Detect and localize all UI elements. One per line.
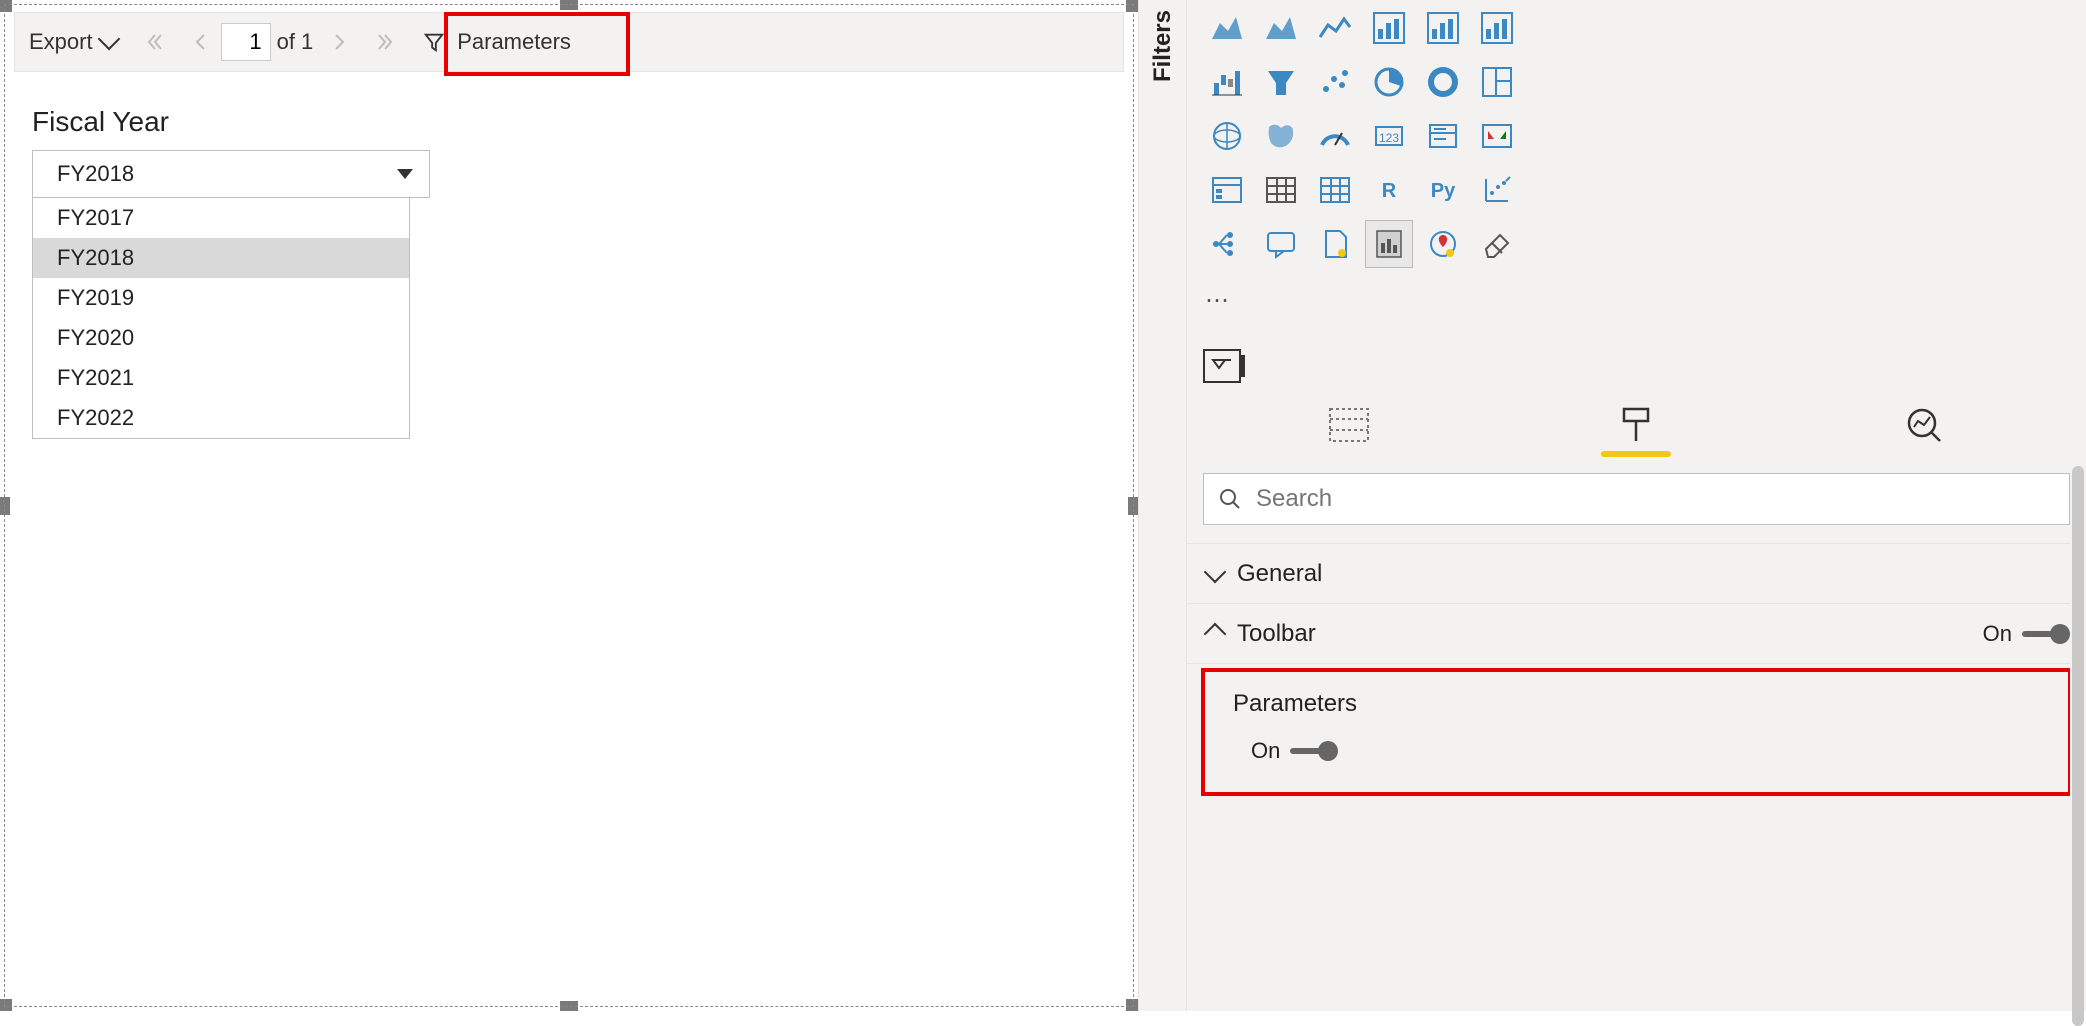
fiscal-year-dropdown[interactable]: FY2018 FY2017FY2018FY2019FY2020FY2021FY2… [32,150,430,439]
stacked-area-chart-icon[interactable] [1257,4,1305,52]
scatter-chart-icon[interactable] [1311,58,1359,106]
dropdown-selected: FY2018 [57,161,134,187]
toggle-state: On [1983,621,2012,647]
parameter-name: Fiscal Year [32,106,1124,138]
visualization-gallery: 123 R Py [1187,0,2086,274]
r-visual-icon[interactable]: R [1365,166,1413,214]
dropdown-option[interactable]: FY2021 [33,358,409,398]
slicer-icon[interactable] [1203,166,1251,214]
decomposition-tree-icon[interactable] [1203,220,1251,268]
chevron-up-icon [1204,622,1227,645]
first-page-button[interactable] [131,13,179,71]
analytics-tab[interactable] [1902,403,1946,447]
scrollbar-thumb[interactable] [2072,466,2084,1026]
chevron-down-icon [1204,560,1227,583]
section-label: Toolbar [1237,620,1316,648]
treemap-icon[interactable] [1473,58,1521,106]
donut-chart-icon[interactable] [1419,58,1467,106]
dropdown-option[interactable]: FY2018 [33,238,409,278]
qa-icon[interactable] [1257,220,1305,268]
last-page-button[interactable] [361,13,409,71]
format-tabs [1187,383,2086,457]
prev-page-button[interactable] [179,13,221,71]
combo-chart-icon[interactable] [1365,4,1413,52]
chevron-down-icon [397,169,413,179]
section-label: General [1237,560,1322,588]
svg-text:123: 123 [1379,131,1399,145]
dropdown-option[interactable]: FY2019 [33,278,409,318]
ribbon-chart-icon[interactable] [1419,4,1467,52]
map-icon[interactable] [1203,112,1251,160]
search-input[interactable] [1256,485,2055,513]
dropdown-list: FY2017FY2018FY2019FY2020FY2021FY2022 [32,198,410,439]
toolbar-section[interactable]: Toolbar On [1187,604,2086,664]
annotation-highlight [444,12,630,76]
page-number-input[interactable] [221,23,271,61]
export-label: Export [29,29,93,55]
scrollbar[interactable] [2070,466,2086,1011]
dropdown-option[interactable]: FY2020 [33,318,409,358]
report-body: Fiscal Year FY2018 FY2017FY2018FY2019FY2… [14,80,1124,999]
dropdown-option[interactable]: FY2017 [33,198,409,238]
pie-chart-icon[interactable] [1365,58,1413,106]
next-page-button[interactable] [319,13,361,71]
toggle-state: On [1251,738,1280,764]
values-well-icon[interactable] [1203,349,1241,383]
card-icon[interactable]: 123 [1365,112,1413,160]
filters-pane-collapsed[interactable]: Filters [1138,0,1186,1011]
line-chart-icon[interactable] [1311,4,1359,52]
multi-row-card-icon[interactable] [1419,112,1467,160]
export-button[interactable]: Export [15,13,131,71]
parameters-toggle[interactable]: On [1251,738,1334,764]
toolbar-toggle[interactable]: On [1983,621,2066,647]
filter-icon [423,31,445,53]
format-search[interactable] [1203,473,2070,525]
dropdown-header[interactable]: FY2018 [32,150,430,198]
format-tab[interactable] [1614,403,1658,447]
visualizations-pane: 123 R Py ⋯ [1186,0,2086,1011]
clustered-column-icon[interactable] [1473,4,1521,52]
waterfall-chart-icon[interactable] [1203,58,1251,106]
fields-tab[interactable] [1327,403,1371,447]
smart-narrative-icon[interactable] [1311,220,1359,268]
search-icon [1218,487,1242,511]
active-tab-indicator [1601,451,1671,457]
area-chart-icon[interactable] [1203,4,1251,52]
svg-text:Py: Py [1431,180,1456,202]
filters-label: Filters [1149,10,1177,1011]
general-section[interactable]: General [1187,544,2086,604]
report-canvas: Export of 1 Parameters [0,0,1138,1011]
table-icon[interactable] [1257,166,1305,214]
dropdown-option[interactable]: FY2022 [33,398,409,438]
page-of-label: of [277,29,295,55]
chevron-down-icon [97,28,120,51]
parameters-sub-label: Parameters [1233,690,2048,718]
funnel-chart-icon[interactable] [1257,58,1305,106]
svg-text:R: R [1382,180,1397,202]
arcgis-map-icon[interactable] [1419,220,1467,268]
python-visual-icon[interactable]: Py [1419,166,1467,214]
paginated-report-icon[interactable] [1365,220,1413,268]
matrix-icon[interactable] [1311,166,1359,214]
more-visuals-button[interactable]: ⋯ [1187,274,2086,327]
gauge-icon[interactable] [1311,112,1359,160]
key-influencers-icon[interactable] [1473,166,1521,214]
powerapps-icon[interactable] [1473,220,1521,268]
kpi-icon[interactable] [1473,112,1521,160]
page-total: 1 [301,29,313,55]
parameters-subsection: Parameters On [1205,672,2068,788]
annotation-highlight: Parameters On [1201,668,2072,796]
filled-map-icon[interactable] [1257,112,1305,160]
format-accordion: General Toolbar On Parameters [1187,543,2086,796]
